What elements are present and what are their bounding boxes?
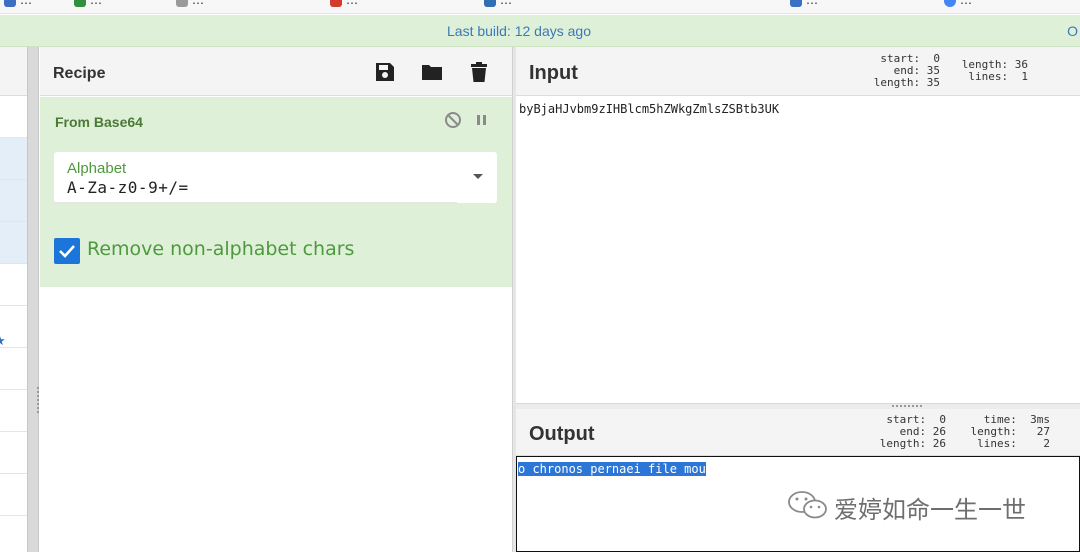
bookmark-item[interactable]: … [944,0,972,7]
recipe-panel: Recipe From Base64 Alphabet A-Za-z0-9+/=… [40,47,512,552]
operations-panel: ★ [0,47,27,552]
bookmark-icon [944,0,956,7]
output-panel: Output start: 0 end: 26 length: 26 time:… [516,409,1080,552]
operation-list-item[interactable] [0,180,27,222]
input-title: Input [529,62,578,84]
alphabet-label: Alphabet [67,160,127,177]
load-recipe-button[interactable] [421,61,443,83]
bookmark-item[interactable]: … [330,0,358,7]
operation-list-item[interactable] [0,390,27,432]
grip-icon [892,405,922,407]
recipe-header: Recipe [40,47,512,96]
star-icon[interactable]: ★ [0,333,6,349]
operation-from-base64: From Base64 Alphabet A-Za-z0-9+/= Remove… [40,97,512,287]
recipe-title: Recipe [53,65,106,82]
bookmark-icon [330,0,342,7]
column-resize-handle[interactable] [27,47,39,552]
build-message: Last build: 12 days ago [447,23,591,39]
folder-icon [422,65,442,80]
input-panel: Input start: 0 end: 35 length: 35 length… [516,47,1080,403]
operation-list-item[interactable] [0,474,27,516]
save-recipe-button[interactable] [374,61,396,83]
output-selection-stats: start: 0 end: 26 length: 26 [879,413,946,450]
bookmarks-bar: … … … … … … … [0,0,1080,14]
alphabet-value[interactable]: A-Za-z0-9+/= [67,178,189,197]
output-text[interactable]: o chronos pernaei file mou [518,462,706,476]
pause-operation-button[interactable] [472,111,490,129]
input-header: Input start: 0 end: 35 length: 35 length… [516,47,1080,96]
operations-header [0,47,27,96]
bookmark-icon [4,0,16,7]
pause-icon [477,115,486,125]
grip-icon [37,387,39,413]
input-textarea[interactable]: byBjaHJvbm9zIHBlcm5hZWkgZmlsZSBtb3UK [519,102,779,116]
operation-list-item[interactable] [0,264,27,306]
operation-list-item[interactable] [0,138,27,180]
bookmark-icon [790,0,802,7]
operation-list-item[interactable] [0,222,27,264]
operation-list-item[interactable] [0,348,27,390]
operation-list-item[interactable] [0,96,27,138]
operation-list-item[interactable] [0,432,27,474]
bookmark-item[interactable]: … [4,0,32,7]
output-length-stats: time: 3ms length: 27 lines: 2 [970,413,1050,450]
checkmark-icon [59,245,75,258]
bookmark-item[interactable]: … [176,0,204,7]
bookmark-icon [176,0,188,7]
wechat-icon [788,491,827,519]
remove-non-alphabet-checkbox[interactable] [54,238,80,264]
chevron-down-icon[interactable] [473,174,483,179]
bookmark-item[interactable]: … [74,0,102,7]
bookmark-icon [74,0,86,7]
remove-non-alphabet-label[interactable]: Remove non-alphabet chars [87,238,354,260]
bookmark-icon [484,0,496,7]
bookmark-item[interactable]: … [790,0,818,7]
bookmark-item[interactable]: … [484,0,512,7]
save-icon [376,63,394,81]
disable-icon [445,112,461,128]
build-banner: Last build: 12 days ago O [0,15,1080,47]
operation-name: From Base64 [55,114,143,130]
input-selection-stats: start: 0 end: 35 length: 35 [873,52,940,89]
input-length-stats: length: 36 lines: 1 [961,58,1028,83]
output-header: Output start: 0 end: 26 length: 26 time:… [516,409,1080,456]
output-title: Output [529,423,595,445]
disable-operation-button[interactable] [444,111,462,129]
banner-close-button[interactable]: O [1067,23,1078,39]
field-underline [54,202,457,204]
trash-icon [471,62,487,82]
alphabet-select[interactable]: Alphabet A-Za-z0-9+/= [54,152,497,204]
watermark-text: 爱婷如命一生一世 [834,496,1026,524]
clear-recipe-button[interactable] [468,61,490,83]
